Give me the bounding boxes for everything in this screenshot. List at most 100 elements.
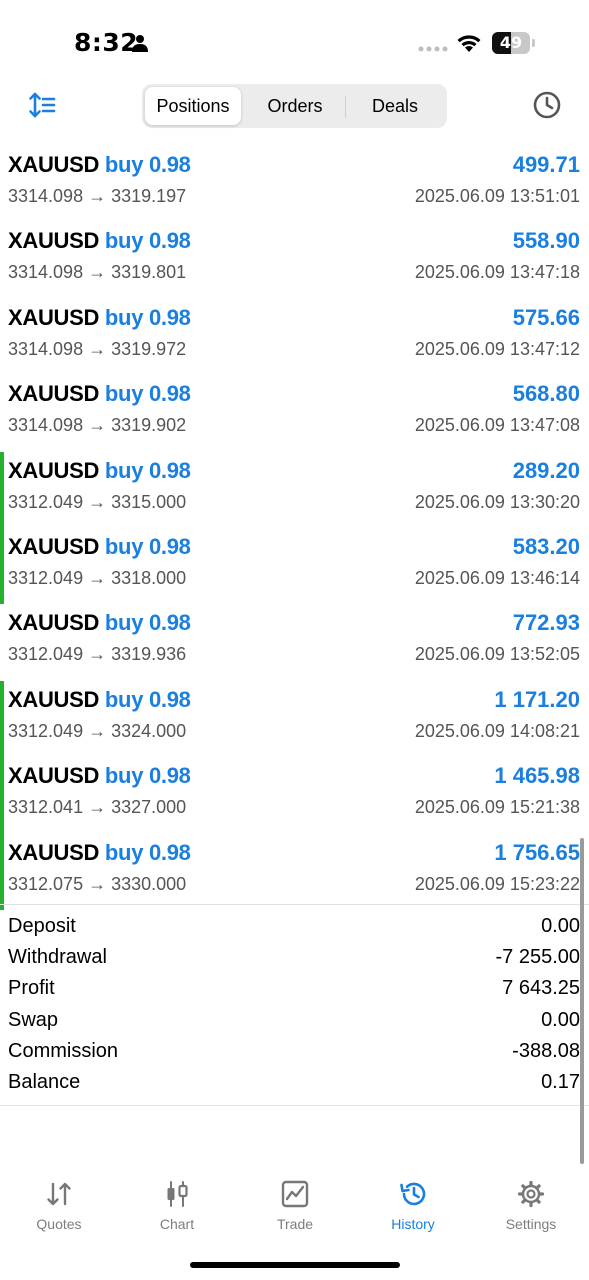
deal-time: 2025.06.09 15:21:38 (414, 797, 580, 818)
deal-profit: 568.80 (512, 381, 580, 407)
gear-icon (517, 1180, 545, 1208)
deal-prices: 3314.098 → 3319.902 (8, 415, 187, 436)
summary-label: Swap (8, 1008, 59, 1031)
summary-value: 0.17 (541, 1070, 580, 1093)
deal-marker (0, 833, 4, 910)
deal-symbol: XAUUSD (8, 228, 100, 254)
summary-value: -388.08 (512, 1039, 580, 1062)
deal-marker (0, 680, 4, 758)
person-icon (132, 35, 148, 52)
status-bar: 8:32 49 (0, 0, 589, 80)
tab-settings[interactable]: Settings (472, 1168, 589, 1238)
deal-row[interactable]: XAUUSD buy 0.98 499.71 3314.098 → 3319.197… (0, 146, 589, 222)
deal-side: buy 0.98 (104, 152, 191, 177)
deal-side: buy 0.98 (104, 381, 191, 407)
deal-title: XAUUSD buy 0.98 (8, 305, 191, 331)
tab-deals[interactable]: Deals (345, 87, 445, 125)
deal-prices: 3312.075 → 3330.000 (8, 873, 187, 894)
scrollbar[interactable] (580, 838, 584, 1164)
tab-chart[interactable]: Chart (118, 1168, 236, 1238)
deal-row[interactable]: XAUUSD buy 0.98 772.93 3312.049 → 3319.936… (0, 604, 589, 680)
summary-row: Commission -388.08 (0, 1037, 589, 1068)
deal-profit: 289.20 (512, 457, 580, 483)
battery-level: 49 (499, 33, 523, 52)
deal-side: buy 0.98 (104, 304, 191, 330)
deal-prices: 3312.049 → 3319.936 (8, 644, 187, 665)
history-segmented-control: Positions Orders Deals (142, 84, 447, 128)
chart-icon (167, 1181, 188, 1207)
tab-label: Chart (159, 1216, 195, 1232)
summary-value: 7 643.25 (502, 977, 580, 1000)
home-indicator[interactable] (190, 1262, 400, 1268)
deal-title: XAUUSD buy 0.98 (8, 610, 191, 636)
deal-prices: 3314.098 → 3319.972 (8, 338, 187, 359)
tab-label: Trade (276, 1216, 314, 1232)
summary-value: -7 255.00 (495, 946, 580, 969)
deal-profit: 772.93 (512, 610, 580, 636)
tab-history[interactable]: History (354, 1168, 472, 1238)
deal-time: 2025.06.09 14:08:21 (414, 720, 580, 741)
deal-title: XAUUSD buy 0.98 (8, 152, 191, 178)
tab-trade[interactable]: Trade (236, 1168, 354, 1238)
tab-quotes[interactable]: Quotes (0, 1168, 118, 1238)
battery-icon: 49 (492, 32, 536, 54)
deal-side: buy 0.98 (104, 686, 191, 712)
clock-icon[interactable] (532, 90, 562, 120)
deal-row[interactable]: XAUUSD buy 0.98 575.66 3314.098 → 3319.972… (0, 299, 589, 375)
deal-side: buy 0.98 (104, 228, 191, 254)
deal-row[interactable]: XAUUSD buy 0.98 583.20 3312.049 → 3318.000… (0, 527, 589, 605)
sort-icon[interactable] (28, 92, 58, 118)
deal-prices: 3314.098 → 3319.801 (8, 262, 187, 283)
deal-time: 2025.06.09 13:47:18 (414, 262, 580, 283)
deal-profit: 1 171.20 (494, 686, 580, 712)
deal-profit: 575.66 (512, 304, 580, 330)
deal-prices: 3312.049 → 3315.000 (8, 491, 187, 512)
deal-row[interactable]: XAUUSD buy 0.98 1 171.20 3312.049 → 3324.0… (0, 680, 589, 758)
deal-time: 2025.06.09 13:46:14 (414, 567, 580, 588)
deal-row[interactable]: XAUUSD buy 0.98 558.90 3314.098 → 3319.801… (0, 222, 589, 298)
deal-side: buy 0.98 (104, 763, 191, 789)
summary-row: Deposit 0.00 (0, 912, 589, 943)
bottom-tab-bar: Quotes Chart Trade History Settings (0, 1168, 589, 1248)
deal-marker (0, 527, 4, 605)
summary-value: 0.00 (541, 915, 580, 937)
deal-prices: 3312.041 → 3327.000 (8, 797, 187, 818)
deal-prices: 3314.098 → 3319.197 (8, 186, 187, 206)
deal-row[interactable]: XAUUSD buy 0.98 1 756.65 3312.075 → 3330.0… (0, 833, 589, 910)
deal-title: XAUUSD buy 0.98 (8, 840, 191, 866)
deal-symbol: XAUUSD (8, 763, 100, 789)
summary-row: Swap 0.00 (0, 1006, 589, 1037)
deal-profit: 558.90 (512, 228, 580, 254)
summary-label: Commission (8, 1039, 119, 1062)
deal-time: 2025.06.09 13:51:01 (414, 186, 580, 206)
tab-label: History (391, 1216, 435, 1232)
deal-time: 2025.06.09 13:30:20 (414, 491, 580, 512)
deal-title: XAUUSD buy 0.98 (8, 687, 191, 713)
deal-profit: 1 465.98 (494, 763, 580, 789)
signal-icon (418, 46, 448, 52)
deal-title: XAUUSD buy 0.98 (8, 458, 191, 484)
summary-section: Deposit 0.00 Withdrawal -7 255.00 Profit 7 64… (0, 912, 589, 1099)
summary-label: Balance (8, 1070, 81, 1093)
tab-orders[interactable]: Orders (245, 87, 345, 125)
deal-row[interactable]: XAUUSD buy 0.98 568.80 3314.098 → 3319.902… (0, 375, 589, 451)
deal-side: buy 0.98 (104, 533, 191, 559)
deal-title: XAUUSD buy 0.98 (8, 381, 191, 407)
deal-symbol: XAUUSD (8, 152, 100, 177)
deal-row[interactable]: XAUUSD buy 0.98 1 465.98 3312.041 → 3327.0… (0, 757, 589, 834)
deal-symbol: XAUUSD (8, 686, 100, 712)
deal-symbol: XAUUSD (8, 533, 100, 559)
summary-row: Profit 7 643.25 (0, 974, 589, 1005)
deal-prices: 3312.049 → 3318.000 (8, 567, 187, 588)
summary-row: Withdrawal -7 255.00 (0, 943, 589, 974)
deal-profit: 1 756.65 (494, 839, 580, 865)
deal-time: 2025.06.09 13:47:12 (414, 338, 580, 359)
deal-symbol: XAUUSD (8, 381, 100, 407)
quotes-icon (47, 1182, 71, 1206)
tab-positions[interactable]: Positions (145, 87, 241, 125)
summary-value: 0.00 (541, 1008, 580, 1031)
deal-time: 2025.06.09 13:52:05 (414, 644, 580, 665)
deal-marker (0, 757, 4, 834)
deal-row[interactable]: XAUUSD buy 0.98 289.20 3312.049 → 3315.000… (0, 451, 589, 528)
summary-label: Profit (8, 977, 55, 1000)
